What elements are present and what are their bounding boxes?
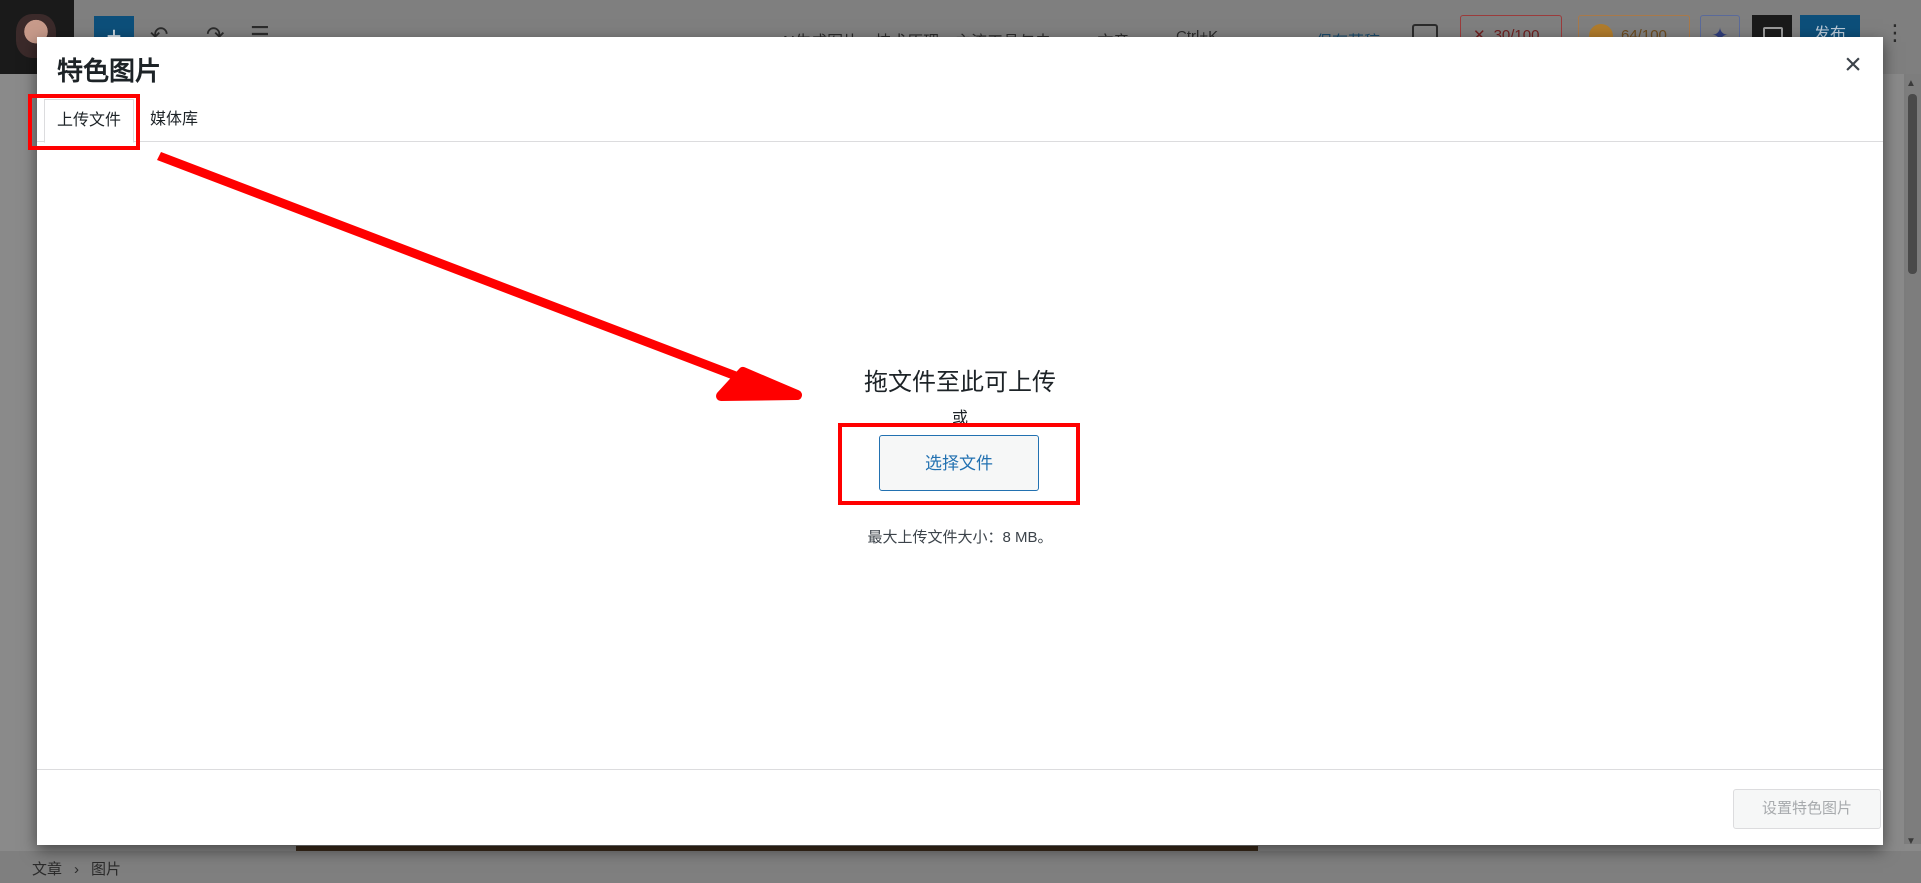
scroll-down-icon[interactable]: ▼ [1906, 836, 1916, 847]
upload-drop-zone[interactable]: 拖文件至此可上传 或 选择文件 最大上传文件大小：8 MB。 [37, 142, 1883, 769]
set-featured-image-button[interactable]: 设置特色图片 [1733, 789, 1881, 829]
close-icon[interactable]: × [1835, 47, 1871, 83]
more-options-icon[interactable]: ⋮ [1884, 20, 1906, 46]
breadcrumb: 文章 › 图片 [32, 858, 121, 879]
modal-tabs: 上传文件 媒体库 [37, 99, 1883, 143]
scrollbar-thumb[interactable] [1908, 94, 1917, 274]
tab-media-library[interactable]: 媒体库 [138, 99, 210, 141]
editor-scrollbar[interactable] [1904, 74, 1921, 844]
modal-footer: 设置特色图片 [37, 769, 1883, 846]
max-upload-size: 最大上传文件大小：8 MB。 [867, 529, 1053, 546]
chevron-right-icon: › [74, 861, 80, 878]
breadcrumb-item[interactable]: 文章 [32, 861, 62, 878]
editor-footer [0, 851, 1921, 883]
drop-files-heading: 拖文件至此可上传 [864, 369, 1056, 396]
scroll-up-icon[interactable]: ▲ [1906, 78, 1916, 89]
select-files-button[interactable]: 选择文件 [879, 435, 1039, 491]
featured-image-modal: 特色图片 × 上传文件 媒体库 拖文件至此可上传 或 选择文件 最大上传文件大小… [28, 37, 1883, 846]
modal-title: 特色图片 [57, 56, 162, 86]
breadcrumb-item[interactable]: 图片 [91, 861, 121, 878]
